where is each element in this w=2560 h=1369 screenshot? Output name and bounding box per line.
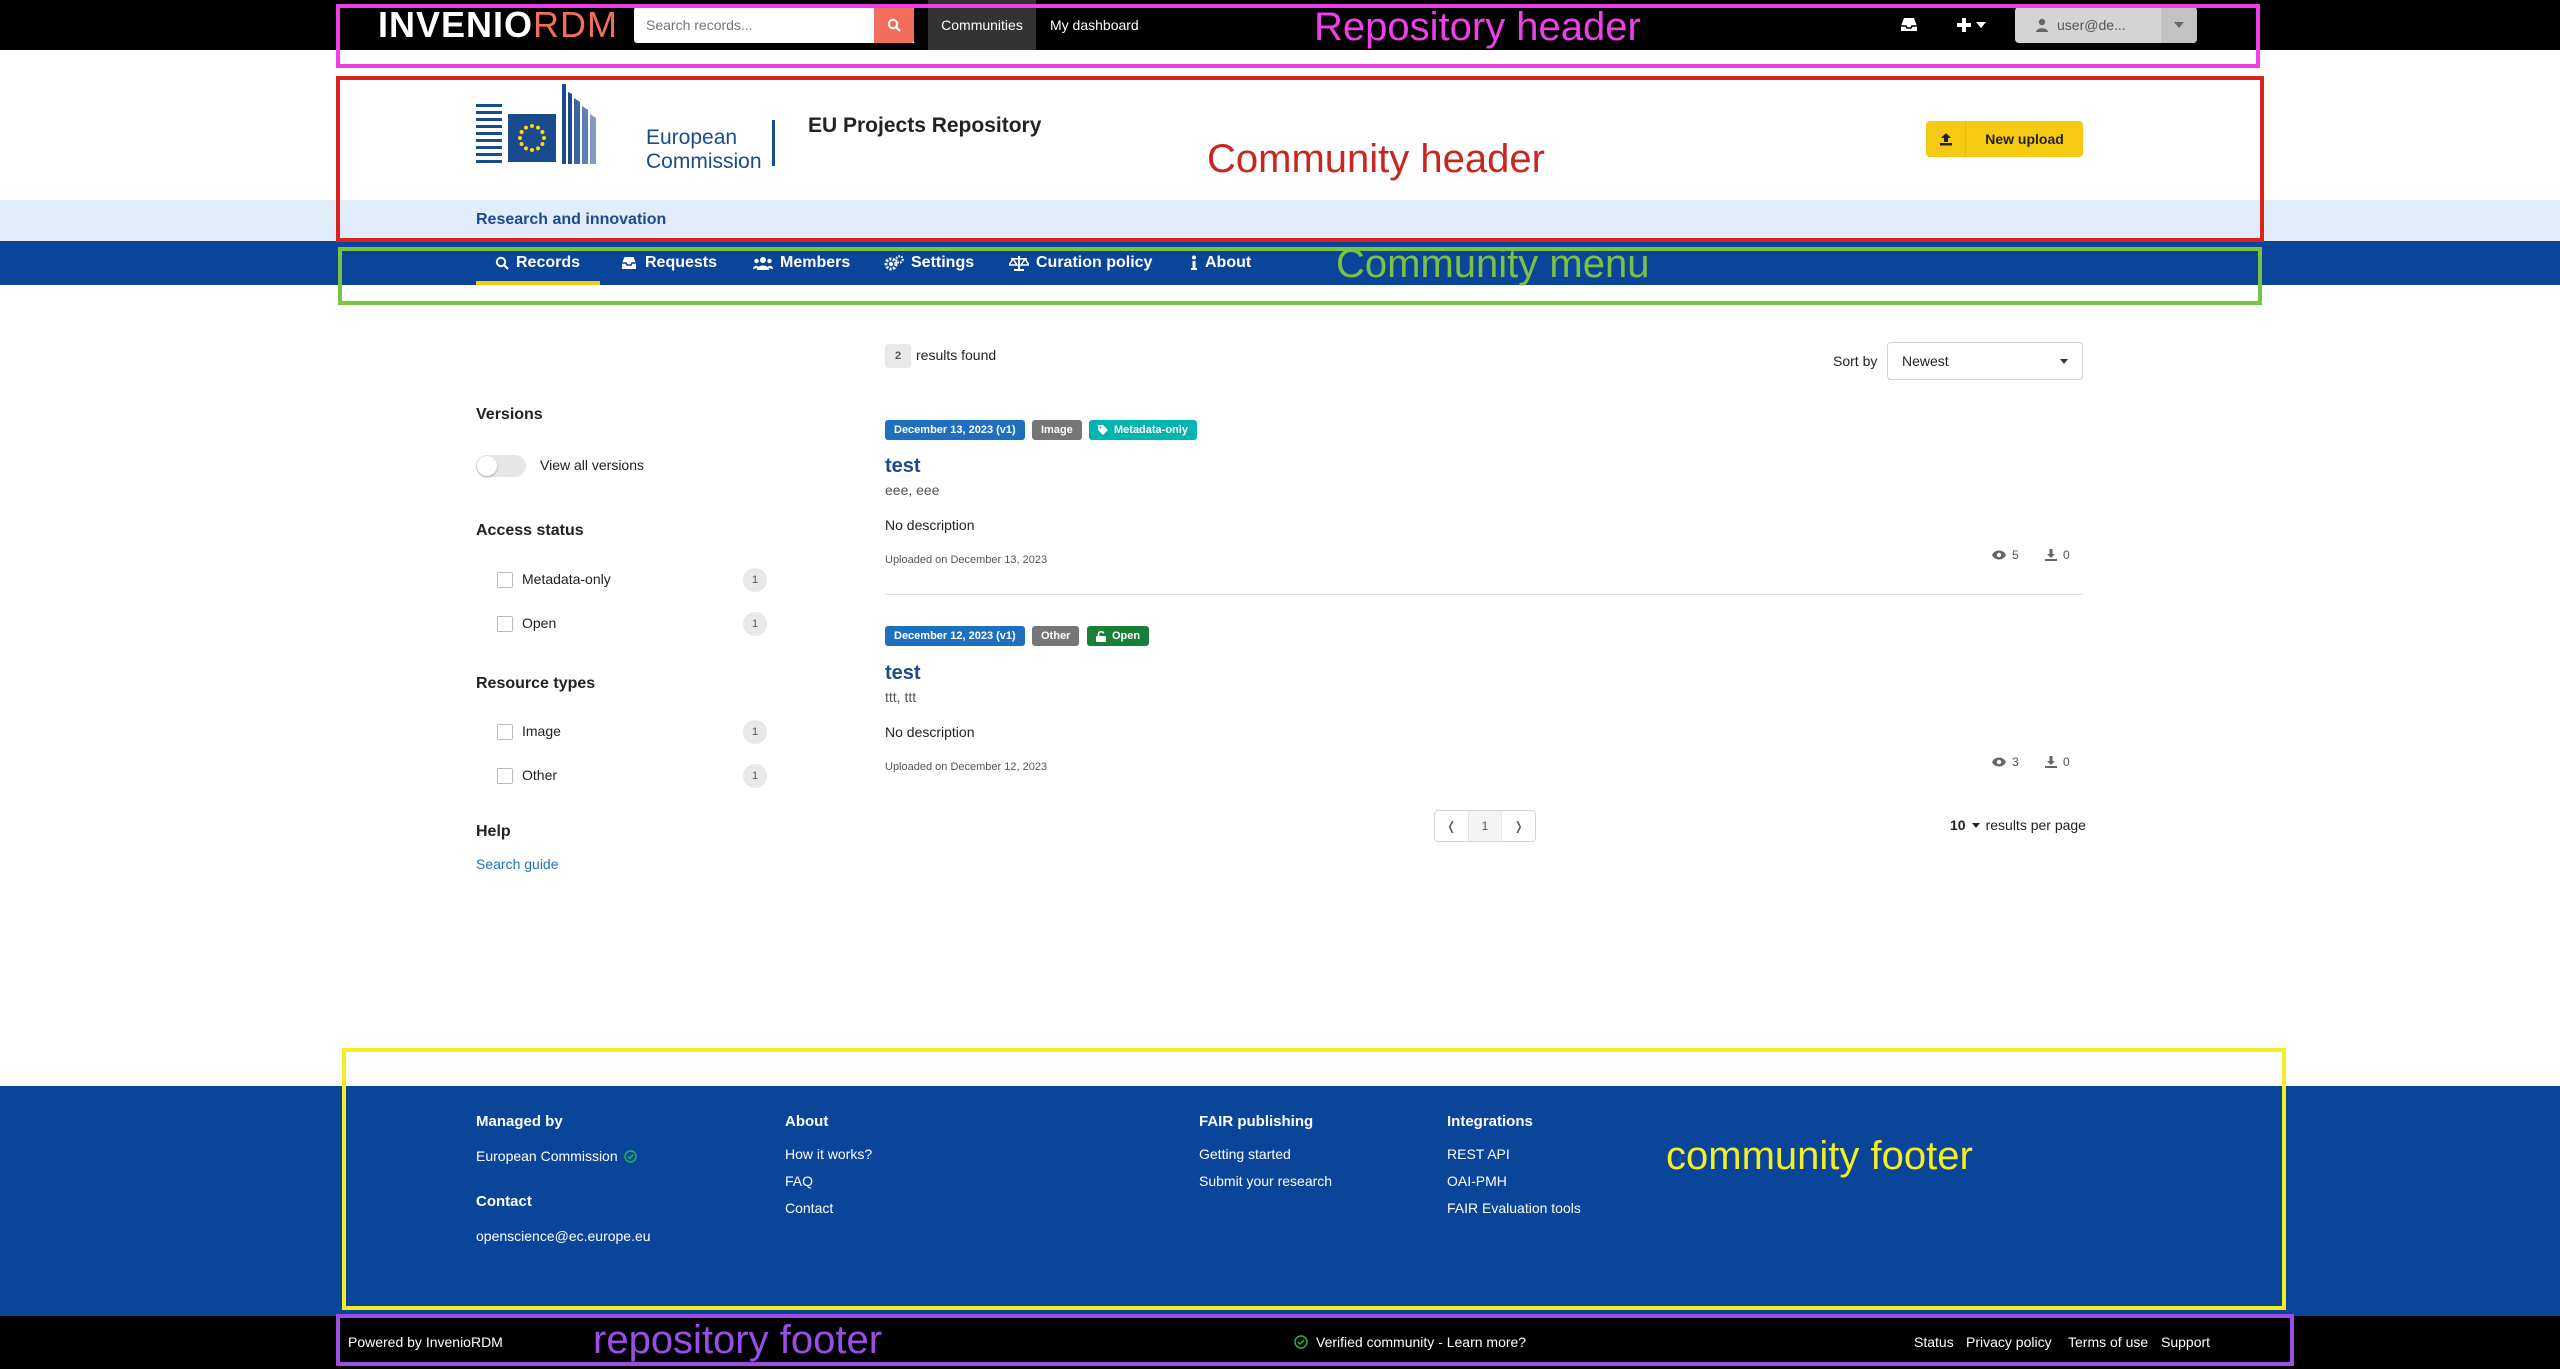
record-description: No description [885, 517, 975, 533]
resource-types-facet-title: Resource types [476, 675, 596, 692]
record-access-badge: Metadata-only [1089, 420, 1197, 440]
facet-item-metadata-only[interactable]: Metadata-only 1 [497, 568, 767, 592]
versions-facet-title: Versions [476, 406, 543, 423]
annotation-label-community-menu: Community menu [1336, 242, 1650, 286]
annotation-box-community-menu [338, 247, 2262, 305]
facet-item-image[interactable]: Image 1 [497, 720, 767, 744]
record-views: 3 [1992, 755, 2019, 769]
pagination: ❬ 1 ❭ [1434, 810, 1536, 842]
annotation-box-repository-header [336, 4, 2260, 68]
view-all-versions-toggle[interactable] [476, 455, 526, 477]
record-uploaded-date: Uploaded on December 12, 2023 [885, 761, 1048, 773]
facet-label: Metadata-only [522, 571, 611, 587]
facet-item-open[interactable]: Open 1 [497, 612, 767, 636]
record-downloads: 0 [2045, 755, 2070, 769]
access-status-facet-title: Access status [476, 522, 584, 539]
prev-page-button[interactable]: ❬ [1435, 811, 1468, 841]
checkbox[interactable] [497, 768, 513, 784]
record-type-badge: Image [1032, 420, 1082, 440]
facet-count: 1 [743, 720, 767, 744]
download-icon [2045, 756, 2057, 768]
search-guide-link[interactable]: Search guide [476, 856, 559, 872]
lock-open-icon [1096, 630, 1106, 642]
facet-label: Other [522, 767, 558, 783]
eye-icon [1992, 550, 2006, 560]
annotation-box-community-footer [342, 1048, 2286, 1310]
sort-label: Sort by [1833, 353, 1878, 369]
annotation-label-community-footer: community footer [1666, 1134, 1973, 1178]
results-count: 2 [885, 344, 911, 368]
results-found-label: results found [916, 347, 997, 363]
annotation-label-repository-footer: repository footer [593, 1318, 883, 1362]
record-title[interactable]: test [885, 455, 921, 478]
record-downloads: 0 [2045, 548, 2070, 562]
results-per-page: 10 results per page [1950, 817, 2086, 833]
next-page-button[interactable]: ❭ [1502, 811, 1535, 841]
facet-count: 1 [743, 612, 767, 636]
record-date-badge: December 12, 2023 (v1) [885, 626, 1025, 646]
help-title: Help [476, 823, 511, 840]
facet-label: Image [522, 723, 561, 739]
facet-label: Open [522, 615, 557, 631]
record-description: No description [885, 724, 975, 740]
toggle-label: View all versions [540, 457, 645, 473]
checkbox[interactable] [497, 616, 513, 632]
tag-icon [1098, 425, 1108, 435]
annotation-label-community-header: Community header [1207, 137, 1545, 181]
record-uploaded-date: Uploaded on December 13, 2023 [885, 554, 1048, 566]
eye-icon [1992, 757, 2006, 767]
page-1-button[interactable]: 1 [1467, 811, 1503, 841]
sort-value: Newest [1902, 353, 1949, 369]
facet-count: 1 [743, 764, 767, 788]
annotation-label-repository-header: Repository header [1314, 5, 1641, 49]
download-icon [2045, 549, 2057, 561]
record-views: 5 [1992, 548, 2019, 562]
record-authors: ttt, ttt [885, 689, 917, 705]
per-page-dropdown[interactable]: 10 [1950, 817, 1966, 833]
facet-item-other[interactable]: Other 1 [497, 764, 767, 788]
record-authors: eee, eee [885, 482, 940, 498]
checkbox[interactable] [497, 572, 513, 588]
record-date-badge: December 13, 2023 (v1) [885, 420, 1025, 440]
caret-down-icon [2060, 358, 2068, 364]
record-title[interactable]: test [885, 662, 921, 685]
record-access-badge: Open [1087, 626, 1150, 646]
facet-count: 1 [743, 568, 767, 592]
record-type-badge: Other [1032, 626, 1080, 646]
checkbox[interactable] [497, 724, 513, 740]
results-divider [885, 594, 2083, 595]
sort-dropdown[interactable]: Newest [1887, 342, 2083, 380]
caret-down-icon[interactable] [1971, 822, 1980, 828]
per-page-label: results per page [1985, 817, 2086, 833]
